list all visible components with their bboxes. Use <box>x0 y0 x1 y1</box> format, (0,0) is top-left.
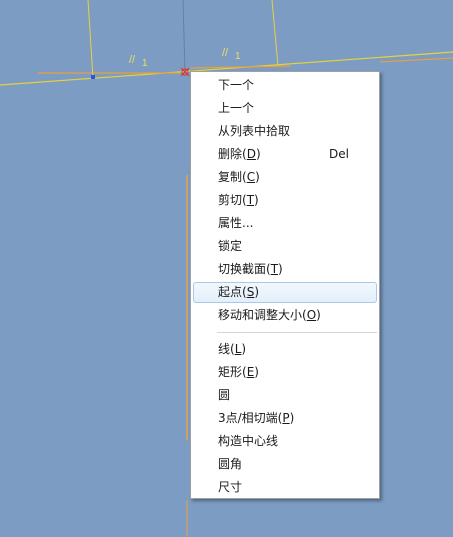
vertex-point[interactable] <box>91 75 95 79</box>
menu-item-label: 构造中心线 <box>218 434 279 448</box>
menu-item-delete[interactable]: 删除(D) Del <box>193 144 377 165</box>
menu-item-next[interactable]: 下一个 <box>193 75 377 96</box>
menu-item-label: 矩形(E) <box>218 365 259 379</box>
menu-item-label: 尺寸 <box>218 480 243 494</box>
menu-item-3pt-tangent-arc[interactable]: 3点/相切端(P) <box>193 408 377 429</box>
construction-line <box>379 57 453 63</box>
menu-item-lock[interactable]: 锁定 <box>193 236 377 257</box>
constraint-index: 1 <box>142 58 148 69</box>
menu-item-line[interactable]: 线(L) <box>193 339 377 360</box>
menu-separator <box>217 332 377 334</box>
parallel-constraint-mark[interactable]: // <box>222 47 229 59</box>
menu-item-label: 属性... <box>218 216 254 230</box>
menu-item-label: 锁定 <box>218 239 243 253</box>
menu-item-toggle-section[interactable]: 切换截面(T) <box>193 259 377 280</box>
menu-item-label: 从列表中拾取 <box>218 124 291 138</box>
menu-item-cut[interactable]: 剪切(T) <box>193 190 377 211</box>
menu-item-fillet[interactable]: 圆角 <box>193 454 377 475</box>
menu-item-label: 上一个 <box>218 101 255 115</box>
start-point-marker[interactable] <box>180 67 190 77</box>
menu-item-start-point[interactable]: 起点(S) <box>193 282 377 303</box>
sketch-line-vertical[interactable] <box>87 0 94 79</box>
menu-item-rectangle[interactable]: 矩形(E) <box>193 362 377 383</box>
menu-item-circle[interactable]: 圆 <box>193 385 377 406</box>
menu-item-label: 剪切(T) <box>218 193 259 207</box>
sketch-line-vertical[interactable] <box>271 0 279 67</box>
context-menu: 下一个 上一个 从列表中拾取 删除(D) Del 复制(C) 剪切(T) 属性..… <box>190 71 380 499</box>
menu-item-label: 起点(S) <box>218 285 259 299</box>
menu-item-label: 圆角 <box>218 457 243 471</box>
constraint-index: 1 <box>235 51 241 62</box>
menu-item-label: 3点/相切端(P) <box>218 411 295 425</box>
parallel-constraint-mark[interactable]: // <box>129 54 136 66</box>
menu-item-label: 下一个 <box>218 78 255 92</box>
menu-item-dimension[interactable]: 尺寸 <box>193 477 377 498</box>
menu-item-label: 圆 <box>218 388 231 402</box>
menu-item-label: 线(L) <box>218 342 247 356</box>
menu-item-label: 切换截面(T) <box>218 262 283 276</box>
menu-item-properties[interactable]: 属性... <box>193 213 377 234</box>
sketch-line-vertical[interactable] <box>182 0 186 73</box>
menu-item-construction-centerline[interactable]: 构造中心线 <box>193 431 377 452</box>
menu-item-label: 删除(D) <box>218 147 261 161</box>
menu-item-shortcut: Del <box>329 147 349 161</box>
menu-item-label: 移动和调整大小(O) <box>218 308 321 322</box>
menu-item-previous[interactable]: 上一个 <box>193 98 377 119</box>
menu-item-copy[interactable]: 复制(C) <box>193 167 377 188</box>
menu-item-move-resize[interactable]: 移动和调整大小(O) <box>193 305 377 326</box>
menu-item-pick-from-list[interactable]: 从列表中拾取 <box>193 121 377 142</box>
menu-item-label: 复制(C) <box>218 170 260 184</box>
